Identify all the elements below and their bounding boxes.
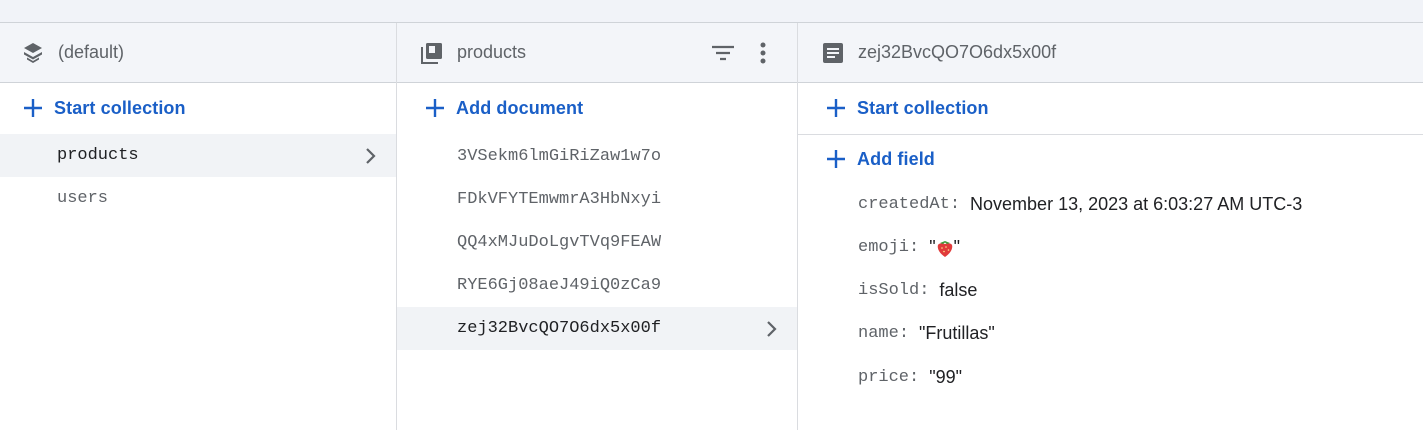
- collection-icon: [419, 40, 445, 66]
- collection-item-label: products: [57, 146, 139, 165]
- field-value: "99": [929, 366, 963, 387]
- collection-item-label: users: [57, 189, 109, 208]
- add-document-button[interactable]: Add document: [424, 93, 583, 123]
- collection-panel: products Add document 3VSekm6lmGiRiZaw1w…: [397, 23, 798, 430]
- field-key: createdAt: [858, 194, 950, 214]
- field-row[interactable]: price: "99": [858, 362, 962, 392]
- add-field-button[interactable]: Add field: [825, 144, 935, 174]
- field-key: isSold: [858, 280, 920, 300]
- top-bar: [0, 0, 1423, 23]
- filter-icon[interactable]: [709, 39, 737, 67]
- add-document-label: Add document: [456, 97, 584, 118]
- field-row[interactable]: emoji: " ": [858, 232, 960, 262]
- document-id: 3VSekm6lmGiRiZaw1w7o: [457, 147, 662, 166]
- root-panel: (default) Start collection products user…: [0, 23, 397, 430]
- field-value: November 13, 2023 at 6:03:27 AM UTC-3: [970, 193, 1303, 214]
- root-panel-title: (default): [58, 42, 125, 62]
- document-id: QQ4xMJuDoLgvTVq9FEAW: [457, 233, 662, 252]
- strawberry-icon: [936, 236, 954, 257]
- document-item-selected[interactable]: zej32BvcQO7O6dx5x00f: [397, 307, 797, 350]
- field-key: emoji: [858, 237, 910, 257]
- chevron-right-icon: [360, 146, 380, 166]
- document-item[interactable]: 3VSekm6lmGiRiZaw1w7o: [397, 135, 797, 178]
- plus-icon: [22, 97, 44, 119]
- start-collection-button[interactable]: Start collection: [825, 93, 989, 123]
- plus-icon: [825, 148, 847, 170]
- field-value: false: [939, 279, 978, 300]
- document-id: FDkVFYTEmwmrA3HbNxyi: [457, 190, 662, 209]
- document-id: zej32BvcQO7O6dx5x00f: [457, 319, 662, 338]
- field-row[interactable]: isSold: false: [858, 275, 977, 305]
- document-icon: [820, 40, 846, 66]
- document-panel-header: zej32BvcQO7O6dx5x00f: [798, 23, 1423, 83]
- start-collection-label: Start collection: [54, 97, 186, 118]
- more-vert-icon[interactable]: [749, 39, 777, 67]
- document-id: RYE6Gj08aeJ49iQ0zCa9: [457, 276, 662, 295]
- plus-icon: [424, 97, 446, 119]
- collection-item-products[interactable]: products: [0, 134, 396, 177]
- add-field-label: Add field: [857, 148, 935, 169]
- document-panel: zej32BvcQO7O6dx5x00f Start collection Ad…: [798, 23, 1423, 430]
- document-panel-title: zej32BvcQO7O6dx5x00f: [858, 42, 1057, 62]
- field-row[interactable]: name: "Frutillas": [858, 318, 995, 348]
- start-collection-button[interactable]: Start collection: [22, 93, 186, 123]
- document-item[interactable]: QQ4xMJuDoLgvTVq9FEAW: [397, 221, 797, 264]
- document-item[interactable]: FDkVFYTEmwmrA3HbNxyi: [397, 178, 797, 221]
- collection-panel-title: products: [457, 42, 527, 62]
- collection-panel-header: products: [397, 23, 797, 83]
- plus-icon: [825, 97, 847, 119]
- document-item[interactable]: RYE6Gj08aeJ49iQ0zCa9: [397, 264, 797, 307]
- collection-item-users[interactable]: users: [0, 177, 396, 220]
- start-collection-label: Start collection: [857, 97, 989, 118]
- chevron-right-icon: [761, 319, 781, 339]
- field-key: name: [858, 323, 899, 343]
- database-stack-icon: [20, 40, 46, 66]
- field-value: "Frutillas": [919, 322, 995, 343]
- divider: [798, 134, 1423, 135]
- collection-header-actions: [709, 39, 777, 67]
- field-row[interactable]: createdAt: November 13, 2023 at 6:03:27 …: [858, 189, 1302, 219]
- root-panel-header: (default): [0, 23, 396, 83]
- field-key: price: [858, 367, 910, 387]
